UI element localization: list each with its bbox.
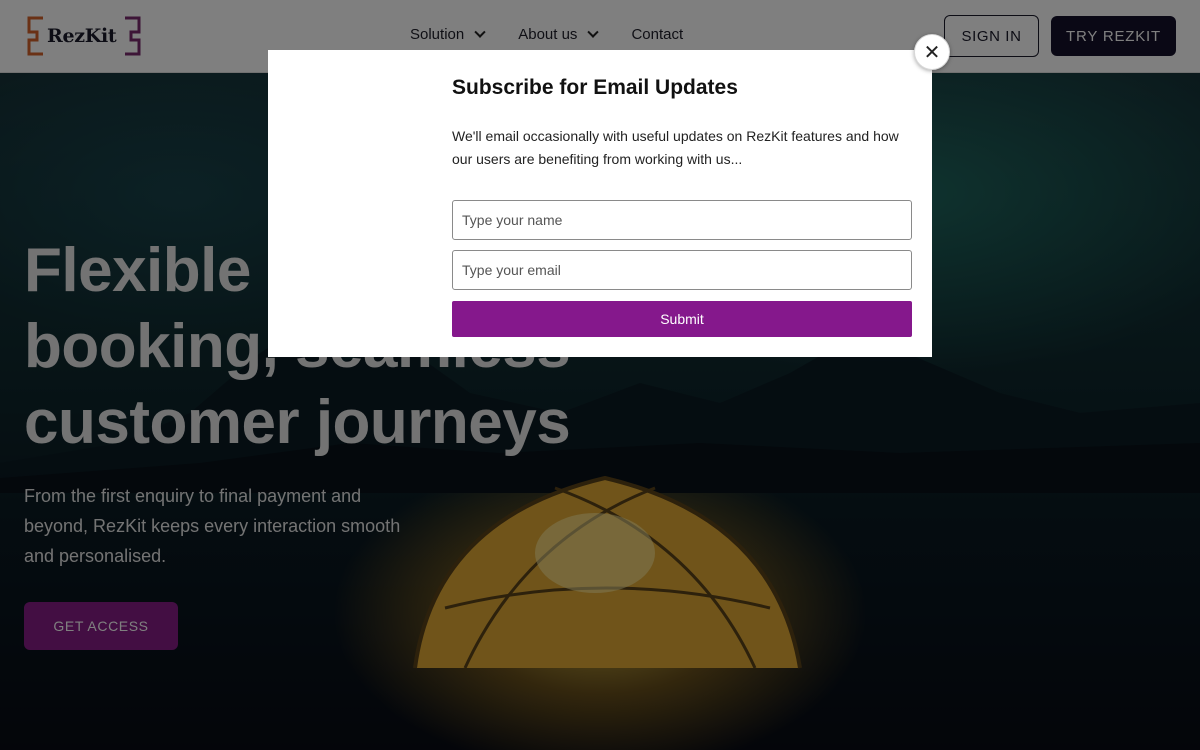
name-input[interactable]: [452, 200, 912, 240]
email-input[interactable]: [452, 250, 912, 290]
submit-button[interactable]: Submit: [452, 301, 912, 337]
subscribe-modal: Subscribe for Email Updates We'll email …: [268, 50, 932, 357]
modal-description: We'll email occasionally with useful upd…: [452, 128, 899, 167]
modal-title: Subscribe for Email Updates: [452, 76, 738, 99]
close-icon[interactable]: ✕: [914, 34, 950, 70]
